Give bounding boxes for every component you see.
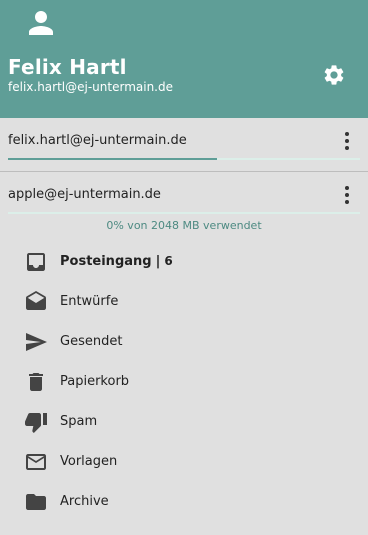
folder-label: Posteingang | 6: [60, 254, 173, 269]
mail-template-icon: [24, 450, 48, 474]
folder-label: Entwürfe: [60, 294, 119, 309]
folder-label-text: Posteingang: [60, 254, 152, 269]
folder-trash[interactable]: Papierkorb: [0, 362, 368, 402]
account-active-indicator: [8, 158, 217, 160]
folder-icon: [24, 490, 48, 514]
folder-archive[interactable]: Archive: [0, 482, 368, 522]
account-row-secondary[interactable]: apple@ej-untermain.de: [0, 175, 368, 213]
more-vert-icon[interactable]: [340, 184, 354, 206]
thumb-down-icon: [24, 410, 48, 434]
user-email: felix.hartl@ej-untermain.de: [8, 80, 173, 94]
account-label: apple@ej-untermain.de: [8, 187, 161, 202]
account-header: Felix Hartl felix.hartl@ej-untermain.de: [0, 0, 368, 118]
divider: [0, 171, 368, 172]
account-label: felix.hartl@ej-untermain.de: [8, 133, 187, 148]
folder-label: Archive: [60, 494, 109, 509]
folder-label: Papierkorb: [60, 374, 130, 389]
person-icon: [26, 8, 56, 38]
user-name: Felix Hartl: [8, 55, 127, 79]
folder-spam[interactable]: Spam: [0, 402, 368, 442]
quota-text: 0% von 2048 MB verwendet: [106, 219, 262, 232]
drafts-icon: [24, 290, 48, 314]
gear-icon[interactable]: [322, 63, 346, 87]
folder-templates[interactable]: Vorlagen: [0, 442, 368, 482]
account-row-primary[interactable]: felix.hartl@ej-untermain.de: [0, 121, 368, 159]
send-icon: [24, 330, 48, 354]
folder-sent[interactable]: Gesendet: [0, 322, 368, 362]
more-vert-icon[interactable]: [340, 130, 354, 152]
inbox-icon: [24, 250, 48, 274]
folder-label: Spam: [60, 414, 98, 429]
unread-count: 6: [164, 254, 173, 268]
separator: |: [155, 254, 161, 269]
folder-drafts[interactable]: Entwürfe: [0, 282, 368, 322]
folder-label: Gesendet: [60, 334, 123, 349]
folder-inbox[interactable]: Posteingang | 6: [0, 242, 368, 282]
folder-label: Vorlagen: [60, 454, 118, 469]
trash-icon: [24, 370, 48, 394]
quota-bar: [8, 212, 360, 214]
